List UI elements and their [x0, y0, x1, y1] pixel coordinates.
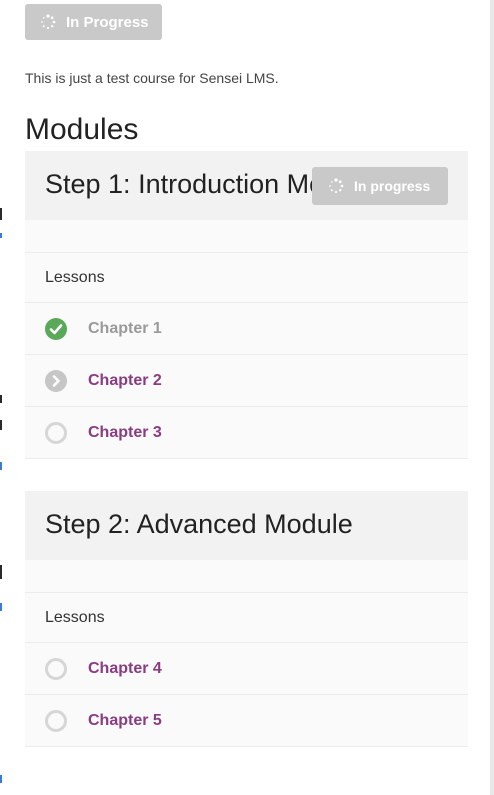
- lesson-title[interactable]: Chapter 3: [88, 424, 162, 442]
- lessons-label: Lessons: [25, 253, 468, 303]
- check-circle-icon: [45, 317, 67, 340]
- modules-heading: Modules: [25, 113, 139, 146]
- lesson-item-chapter-2[interactable]: Chapter 2: [25, 355, 468, 407]
- lesson-item-chapter-4[interactable]: Chapter 4: [25, 643, 468, 695]
- empty-circle-icon: [45, 421, 67, 444]
- lesson-item-chapter-1[interactable]: Chapter 1: [25, 303, 468, 355]
- module-title[interactable]: Step 2: Advanced Module: [45, 509, 353, 540]
- lesson-item-chapter-5[interactable]: Chapter 5: [25, 695, 468, 747]
- module-description-area: [25, 220, 468, 253]
- course-status-badge: In Progress: [25, 4, 162, 40]
- lesson-title[interactable]: Chapter 1: [88, 320, 162, 338]
- module-step-2: Step 2: Advanced Module Lessons Chapter …: [25, 491, 468, 747]
- window-edge: [490, 0, 494, 795]
- spinner-icon: [41, 14, 56, 30]
- module-status-label: In progress: [354, 178, 431, 194]
- arrow-circle-icon: [45, 369, 67, 392]
- spinner-icon: [329, 178, 344, 194]
- module-header: Step 1: Introduction Module In progress: [25, 151, 468, 220]
- module-status-badge: In progress: [312, 167, 448, 205]
- module-description-area: [25, 560, 468, 593]
- lesson-title[interactable]: Chapter 4: [88, 660, 162, 678]
- lesson-title[interactable]: Chapter 5: [88, 712, 162, 730]
- lesson-title[interactable]: Chapter 2: [88, 372, 162, 390]
- module-header: Step 2: Advanced Module: [25, 491, 468, 560]
- course-description: This is just a test course for Sensei LM…: [25, 70, 279, 86]
- lesson-item-chapter-3[interactable]: Chapter 3: [25, 407, 468, 459]
- empty-circle-icon: [45, 657, 67, 680]
- empty-circle-icon: [45, 709, 67, 732]
- module-step-1: Step 1: Introduction Module In progress …: [25, 151, 468, 459]
- course-status-label: In Progress: [66, 13, 149, 31]
- lessons-label: Lessons: [25, 593, 468, 643]
